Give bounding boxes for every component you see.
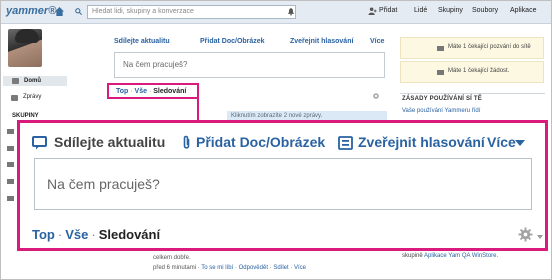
usage-policy-link[interactable]: Vaše používání Yammeru řídí [402, 107, 542, 115]
tab-more-small[interactable]: Více [370, 38, 384, 45]
speech-bubble-icon [32, 136, 47, 150]
tab-share-update-small[interactable]: Sdílejte aktualitu [114, 38, 170, 45]
group-icon [7, 179, 14, 184]
group-icon [7, 146, 14, 151]
top-navigation-bar: yammer® Hledat lidi, skupiny a konverzac… [1, 1, 551, 24]
group-icon [7, 162, 14, 167]
filter-following-small[interactable]: Sledování [153, 88, 186, 95]
group-word: skupině [402, 253, 423, 259]
zoomed-composer-callout: Sdílejte aktualitu Přidat Doc/Obrázek Zv… [17, 120, 548, 251]
composer-tabs: Sdílejte aktualitu Přidat Doc/Obrázek Zv… [32, 134, 532, 152]
paperclip-icon [183, 135, 190, 149]
status-input[interactable]: Na čem pracuješ? [34, 158, 532, 210]
groups-heading: SKUPINY [12, 113, 39, 119]
invite-notice-box[interactable]: Máte 1 čekající pozvání do sítě [400, 37, 544, 59]
like-link[interactable]: To se mi líbí [201, 265, 233, 271]
app-link[interactable]: Aplikace Yam QA WinStore. [424, 253, 498, 259]
home-feed-icon [12, 78, 19, 84]
gear-icon[interactable] [518, 227, 533, 242]
message-actions: před 6 minutami · To se mi líbí · Odpově… [153, 265, 307, 271]
tab-more[interactable]: Více [487, 134, 516, 150]
search-icon[interactable] [75, 8, 82, 15]
usage-policy-heading: ZÁSADY POUŽÍVÁNÍ SÍ TĚ [402, 96, 482, 102]
sidebar-item-home[interactable]: Domů [3, 76, 67, 86]
callout-connector [197, 98, 199, 122]
search-input[interactable]: Hledat lidi, skupiny a konverzace [87, 5, 296, 19]
filter-all[interactable]: Vše [65, 227, 88, 242]
chevron-down-icon[interactable] [515, 140, 525, 146]
filter-all-small[interactable]: Vše [135, 88, 147, 95]
feed-filter: Top · Vše · Sledování [32, 227, 161, 242]
sidebar-item-messages[interactable]: Zprávy [23, 94, 41, 100]
nav-people[interactable]: Lidé [414, 7, 427, 14]
status-input-small[interactable]: Na čem pracuješ? [114, 52, 385, 78]
sidebar-item-home-label: Domů [24, 78, 41, 84]
tab-poll-small[interactable]: Zveřejnit hlasování [290, 38, 353, 45]
message-timestamp: před 6 minutami [153, 265, 197, 271]
messages-icon [11, 95, 18, 101]
tab-add-doc[interactable]: Přidat Doc/Obrázek [196, 134, 325, 150]
envelope-icon [437, 46, 444, 51]
filter-following[interactable]: Sledování [99, 227, 160, 242]
nav-apps[interactable]: Aplikace [510, 7, 536, 14]
group-text: skupině Aplikace Yam QA WinStore. [402, 253, 498, 259]
request-notice-box[interactable]: Máte 1 čekající žádost. [400, 61, 544, 83]
invite-notice-text: Máte 1 čekající pozvání do sítě [448, 44, 531, 50]
home-icon[interactable] [55, 7, 64, 16]
add-button[interactable]: Přidat [379, 7, 397, 14]
share-link[interactable]: Sdílet [273, 265, 288, 271]
request-notice-text: Máte 1 čekající žádost. [448, 68, 510, 74]
poll-icon [338, 136, 353, 150]
feed-settings-icon-small[interactable] [372, 92, 380, 100]
divider [400, 93, 545, 94]
nav-groups[interactable]: Skupiny [438, 7, 463, 14]
group-icon [7, 196, 14, 201]
add-person-icon [368, 7, 377, 15]
more-link[interactable]: Více [294, 265, 306, 271]
yammer-logo[interactable]: yammer® [6, 5, 56, 17]
envelope-icon [437, 70, 444, 75]
feed-filter-callout: Top · Vše · Sledování [107, 83, 199, 99]
yammer-window: yammer® Hledat lidi, skupiny a konverzac… [0, 0, 552, 280]
filter-top[interactable]: Top [32, 227, 55, 242]
message-text: celkem dobře. [153, 255, 191, 261]
reply-link[interactable]: Odpovědět [239, 265, 268, 271]
gear-dropdown-caret-icon[interactable] [537, 235, 543, 239]
filter-top-small[interactable]: Top [116, 88, 128, 95]
tab-share-update[interactable]: Sdílejte aktualitu [54, 134, 165, 150]
tab-add-doc-small[interactable]: Přidat Doc/Obrázek [200, 38, 265, 45]
nav-files[interactable]: Soubory [472, 7, 498, 14]
notifications-icon[interactable] [287, 7, 295, 16]
tab-poll[interactable]: Zveřejnit hlasování [358, 134, 485, 150]
status-input-placeholder: Na čem pracuješ? [47, 176, 160, 192]
avatar-hair [15, 29, 39, 43]
group-icon [7, 129, 14, 134]
